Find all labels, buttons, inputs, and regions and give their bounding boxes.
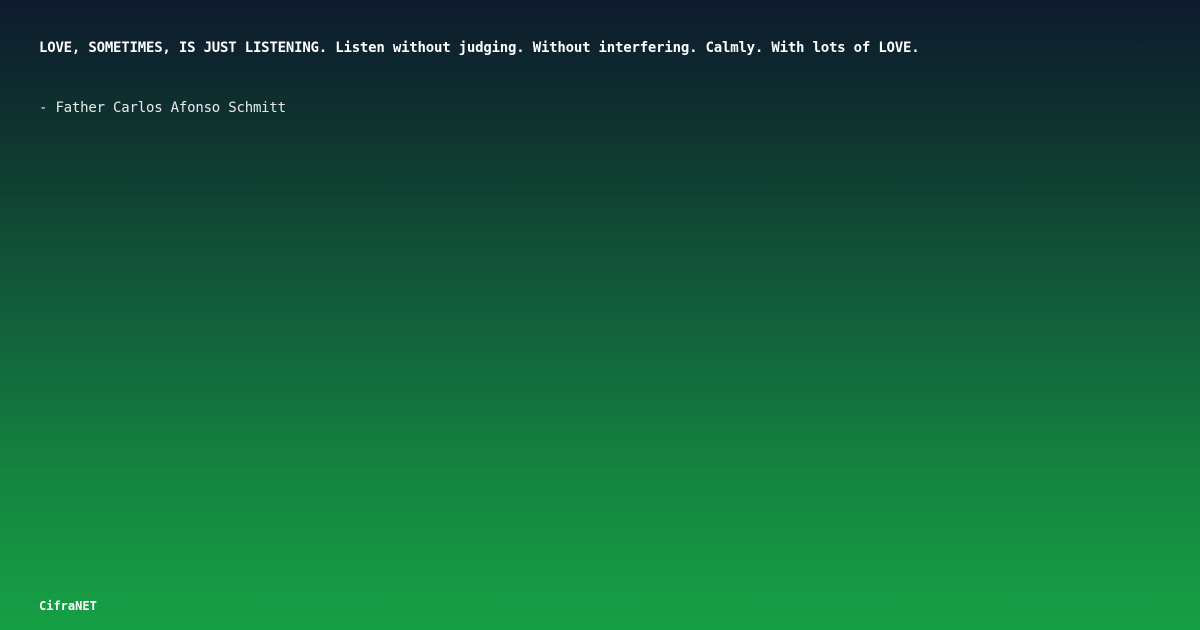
quote-author: - Father Carlos Afonso Schmitt bbox=[39, 100, 286, 116]
quote-text: LOVE, SOMETIMES, IS JUST LISTENING. List… bbox=[39, 40, 920, 56]
brand-logo-text: CifraNET bbox=[39, 599, 97, 613]
